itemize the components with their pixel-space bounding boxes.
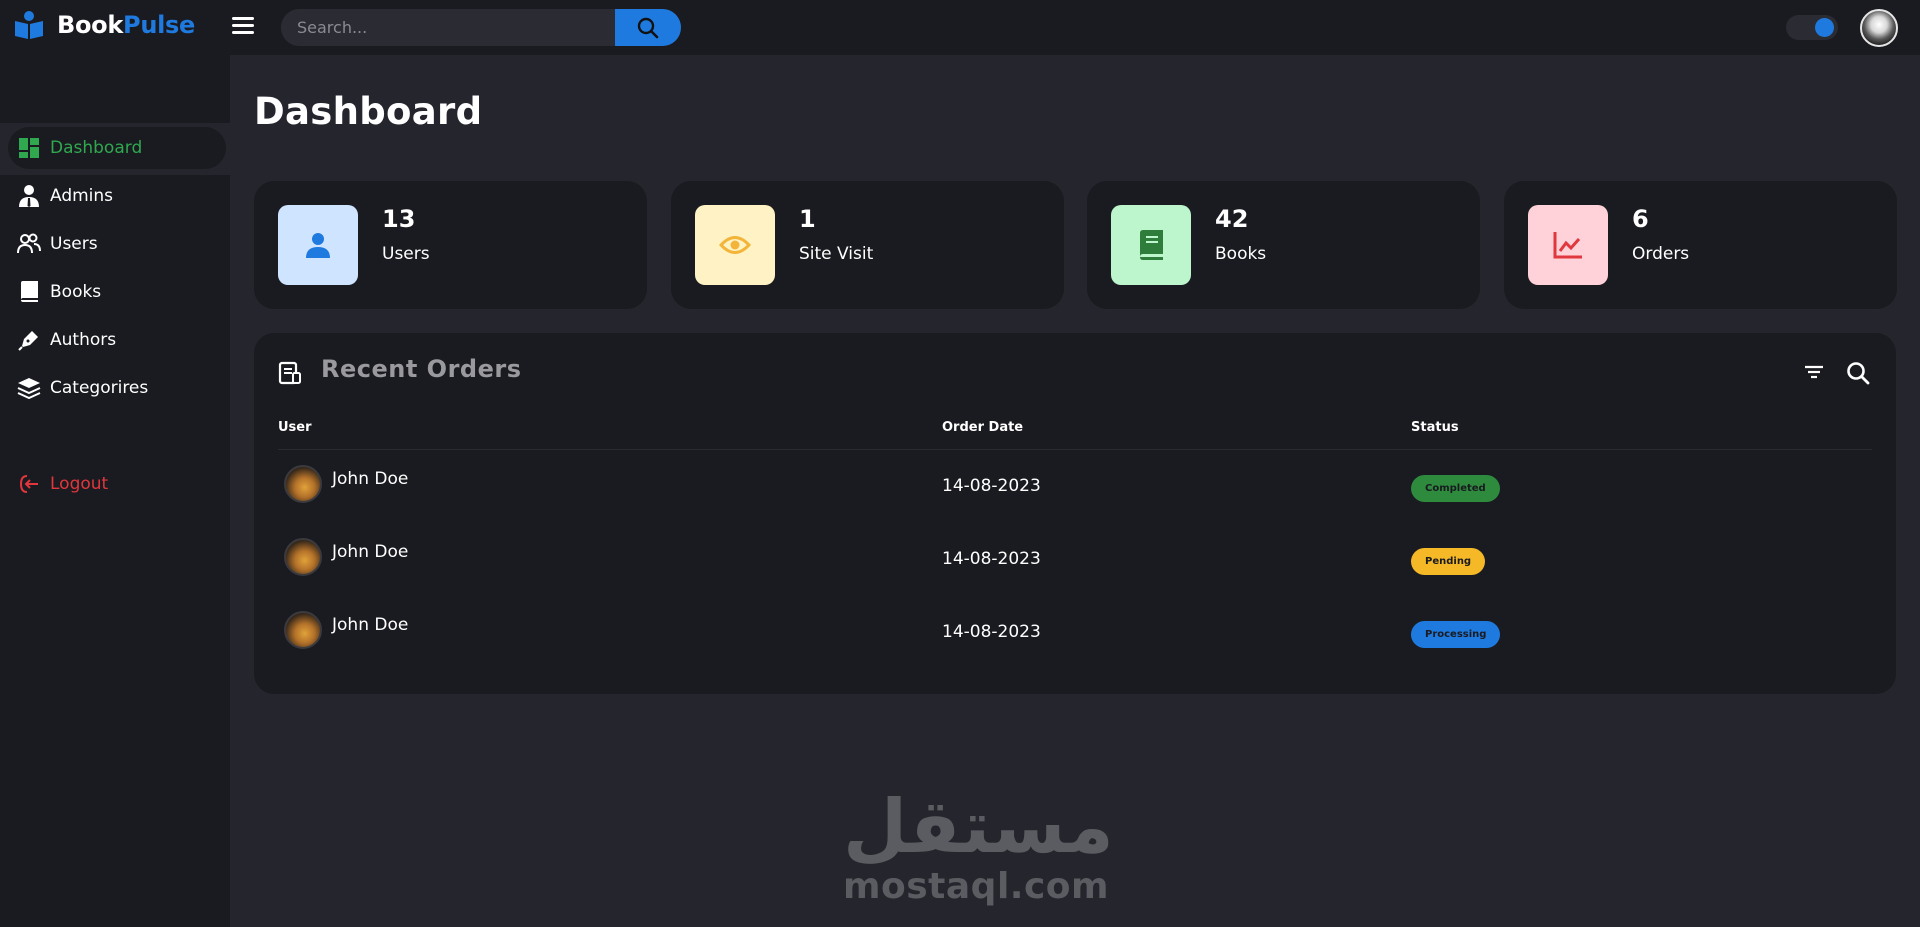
stat-card-orders[interactable]: 6 Orders — [1504, 181, 1897, 309]
user-name: John Doe — [332, 469, 409, 489]
stat-label: Orders — [1632, 244, 1690, 264]
logout-button[interactable]: Logout — [17, 472, 108, 496]
stat-value: 42 — [1215, 205, 1249, 233]
user-name: John Doe — [332, 615, 409, 635]
top-bar: BookPulse — [0, 0, 1920, 55]
hamburger-line — [232, 31, 254, 34]
status-badge: Pending — [1411, 548, 1486, 575]
sidebar-item-label: Admins — [50, 186, 114, 206]
theme-toggle[interactable] — [1786, 15, 1838, 40]
page-title: Dashboard — [254, 90, 483, 133]
sidebar-item-users[interactable]: Users — [17, 232, 98, 256]
filter-icon[interactable] — [1804, 364, 1824, 380]
sidebar-item-label: Books — [50, 282, 102, 302]
sidebar-item-categories[interactable]: Categorires — [17, 376, 148, 400]
sidebar-item-dashboard[interactable]: Dashboard — [8, 127, 226, 169]
admin-icon — [17, 184, 41, 208]
sidebar: Dashboard Admins Users Books Authors Cat… — [0, 55, 230, 927]
stat-label: Books — [1215, 244, 1267, 264]
stat-card-users[interactable]: 13 Users — [254, 181, 647, 309]
hamburger-line — [232, 24, 254, 27]
book-icon — [17, 280, 41, 304]
stat-label: Users — [382, 244, 430, 264]
user-avatar[interactable] — [1860, 9, 1898, 47]
layers-icon — [17, 376, 41, 400]
sidebar-item-label: Authors — [50, 330, 117, 350]
receipt-icon — [278, 361, 301, 385]
hamburger-icon — [232, 17, 254, 20]
avatar — [284, 611, 322, 649]
brand-name-part1: Book — [57, 11, 124, 39]
watermark-latin: mostaql.com — [843, 866, 1110, 907]
order-date: 14-08-2023 — [942, 549, 1041, 569]
stat-value: 6 — [1632, 205, 1649, 233]
toggle-knob — [1815, 18, 1834, 37]
search-bar — [281, 9, 681, 46]
search-button[interactable] — [615, 9, 681, 46]
order-date: 14-08-2023 — [942, 476, 1041, 496]
sidebar-item-label: Users — [50, 234, 98, 254]
search-icon — [637, 17, 659, 38]
sidebar-item-label: Dashboard — [50, 138, 143, 158]
avatar — [284, 538, 322, 576]
panel-title: Recent Orders — [321, 355, 522, 383]
sidebar-item-books[interactable]: Books — [17, 280, 101, 304]
status-badge: Processing — [1411, 621, 1501, 648]
stat-card-books[interactable]: 42 Books — [1087, 181, 1480, 309]
users-icon — [17, 232, 41, 256]
brand-logo[interactable]: BookPulse — [14, 10, 195, 40]
header-divider — [278, 449, 1872, 450]
sidebar-item-authors[interactable]: Authors — [17, 328, 116, 352]
stat-label: Site Visit — [799, 244, 874, 264]
logout-icon — [17, 472, 41, 496]
pen-icon — [17, 328, 41, 352]
stat-value: 1 — [799, 205, 816, 233]
chart-line-icon — [1528, 205, 1608, 285]
user-icon — [278, 205, 358, 285]
recent-orders-panel: Recent Orders User Order Date Status Joh… — [254, 333, 1896, 694]
brand-name-part2: Pulse — [123, 11, 195, 39]
column-header-user[interactable]: User — [278, 420, 312, 435]
order-date: 14-08-2023 — [942, 622, 1041, 642]
column-header-status[interactable]: Status — [1411, 420, 1459, 435]
dashboard-icon — [17, 136, 41, 160]
column-header-order-date[interactable]: Order Date — [942, 420, 1023, 435]
brand-name: BookPulse — [57, 11, 195, 39]
book-logo-icon — [15, 11, 43, 39]
user-name: John Doe — [332, 542, 409, 562]
sidebar-item-admins[interactable]: Admins — [17, 184, 113, 208]
logout-label: Logout — [50, 474, 109, 494]
sidebar-item-label: Categorires — [50, 378, 149, 398]
watermark-arabic: مستقل — [843, 784, 1114, 870]
book-icon — [1111, 205, 1191, 285]
search-icon[interactable] — [1846, 361, 1870, 385]
avatar — [284, 465, 322, 503]
menu-toggle-button[interactable] — [232, 17, 254, 37]
status-badge: Completed — [1411, 475, 1500, 502]
stat-value: 13 — [382, 205, 416, 233]
stat-card-site-visit[interactable]: 1 Site Visit — [671, 181, 1064, 309]
eye-icon — [695, 205, 775, 285]
search-input[interactable] — [281, 9, 615, 46]
